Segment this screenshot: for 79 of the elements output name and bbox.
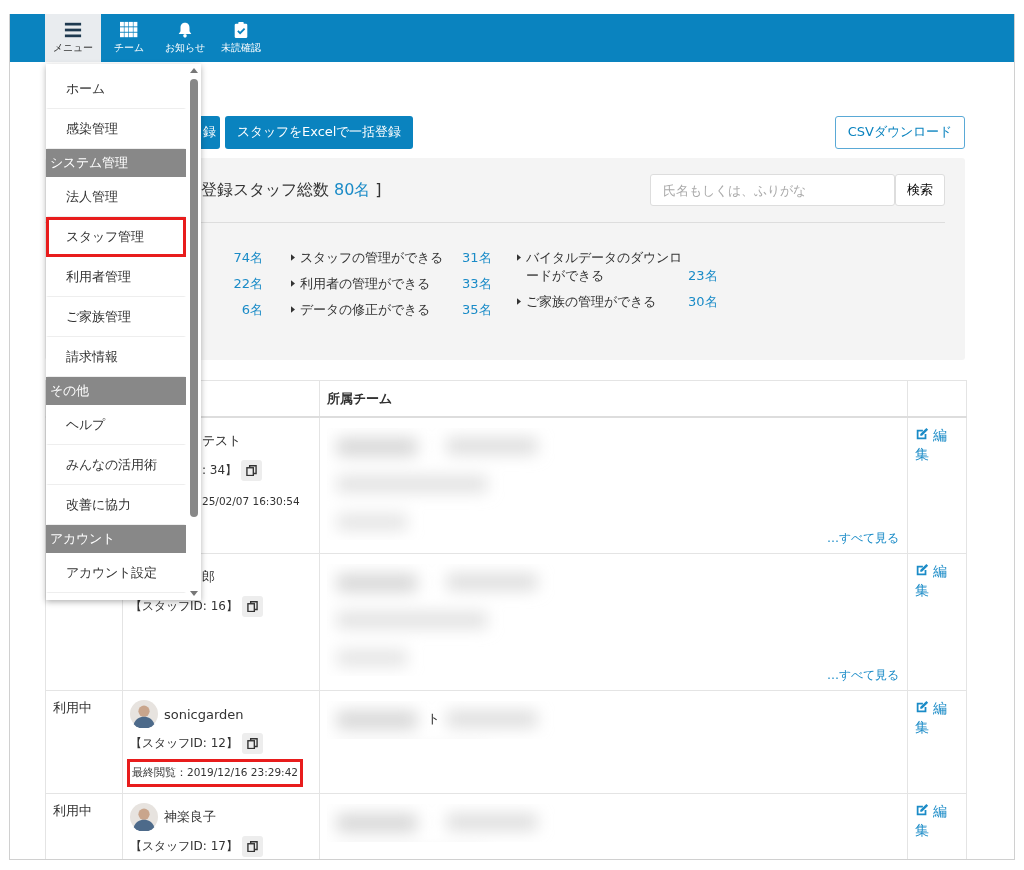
- permission-label: データの修正ができる: [300, 301, 431, 319]
- edit-icon: [915, 700, 929, 714]
- menu-icon: [64, 21, 82, 39]
- permission-count: 30名: [688, 293, 718, 311]
- staff-name: テスト: [202, 432, 241, 450]
- copy-button[interactable]: [241, 596, 263, 617]
- csv-download-button[interactable]: CSVダウンロード: [834, 115, 965, 149]
- staff-total-label: 登録スタッフ総数: [201, 179, 329, 201]
- copy-button[interactable]: [241, 836, 263, 857]
- edit-icon: [915, 803, 929, 817]
- nav-item[interactable]: お知らせ: [157, 14, 213, 62]
- status-text: 利用中: [53, 700, 92, 715]
- staff-id: 【スタッフID: 12】: [130, 735, 238, 752]
- see-all-link[interactable]: …すべて見る: [827, 530, 899, 547]
- staff-name: 神楽良子: [164, 808, 216, 826]
- menu-item[interactable]: スタッフ管理: [46, 217, 186, 257]
- permission-label: スタッフの管理ができる: [300, 249, 444, 267]
- grid-icon: [120, 21, 138, 39]
- status-text: 利用中: [53, 803, 92, 818]
- menu-item[interactable]: 利用者管理: [46, 257, 186, 297]
- permission-count: 35名: [462, 301, 492, 319]
- copy-icon: [246, 841, 258, 852]
- staff-id: 【スタッフID: 17】: [130, 838, 238, 855]
- register-button[interactable]: スタッフをExcelで一括登録: [225, 115, 414, 149]
- permission-count: 23名: [688, 267, 718, 285]
- team-text: ト: [427, 710, 440, 728]
- see-all-link[interactable]: …すべて見る: [827, 667, 899, 684]
- nav-item[interactable]: 未読確認: [213, 14, 269, 62]
- scroll-up-icon[interactable]: [189, 68, 198, 73]
- copy-icon: [246, 601, 258, 612]
- copy-button[interactable]: [241, 733, 263, 754]
- staff-name: sonicgarden: [164, 706, 244, 722]
- bell-icon: [176, 21, 194, 39]
- permission-count: 6名: [241, 301, 263, 319]
- avatar-icon: [130, 803, 158, 831]
- caret-icon: [291, 280, 295, 287]
- menu-item[interactable]: アカウント設定: [46, 553, 186, 593]
- copy-button[interactable]: [241, 460, 263, 481]
- menu-section-header: アカウント: [46, 525, 186, 553]
- nav-item[interactable]: チーム: [101, 14, 157, 62]
- last-viewed-text: 最終閲覧：2019/12/16 23:29:42: [127, 759, 303, 787]
- caret-icon: [291, 254, 295, 261]
- scrollbar-thumb[interactable]: [189, 79, 198, 517]
- menu-item[interactable]: ご家族管理: [46, 297, 186, 337]
- staff-total-count: 80名: [334, 179, 371, 201]
- staff-name: 郎: [202, 568, 215, 586]
- edit-link[interactable]: 編集: [915, 562, 949, 600]
- edit-icon: [915, 563, 929, 577]
- permission-count: 74名: [233, 249, 263, 267]
- last-viewed-text: 25/02/07 16:30:54: [201, 494, 301, 509]
- search-button[interactable]: 検索: [895, 174, 945, 206]
- column-header: 所属チーム: [319, 380, 908, 417]
- permission-count: 22名: [233, 275, 263, 293]
- permission-count: 33名: [462, 275, 492, 293]
- menu-item[interactable]: ヘルプ: [46, 405, 186, 445]
- bracket: ]: [375, 179, 382, 201]
- nav-item[interactable]: メニュー: [45, 14, 101, 62]
- caret-icon: [517, 254, 521, 261]
- menu-section-header: その他: [46, 377, 186, 405]
- edit-link[interactable]: 編集: [915, 426, 949, 464]
- permission-label: バイタルデータのダウンロードができる: [526, 249, 683, 285]
- staff-id: 【スタッフID: 16】: [130, 598, 238, 615]
- edit-icon: [915, 427, 929, 441]
- menu-section-header: システム管理: [46, 149, 186, 177]
- staff-id: : 34】: [202, 462, 238, 479]
- avatar-icon: [130, 700, 158, 728]
- caret-icon: [291, 306, 295, 313]
- menu-item[interactable]: ホーム: [46, 69, 186, 109]
- caret-icon: [517, 298, 521, 305]
- copy-icon: [246, 738, 258, 749]
- search-field[interactable]: 氏名もしくは、ふりがな: [650, 174, 895, 206]
- scroll-down-icon[interactable]: [189, 591, 198, 596]
- copy-icon: [246, 465, 258, 476]
- clipboard-check-icon: [232, 21, 250, 39]
- permission-count: 31名: [462, 249, 492, 267]
- menu-item[interactable]: みんなの活用術: [46, 445, 186, 485]
- permission-label: 利用者の管理ができる: [300, 275, 431, 293]
- permission-label: ご家族の管理ができる: [526, 293, 657, 311]
- menu-item[interactable]: 法人管理: [46, 177, 186, 217]
